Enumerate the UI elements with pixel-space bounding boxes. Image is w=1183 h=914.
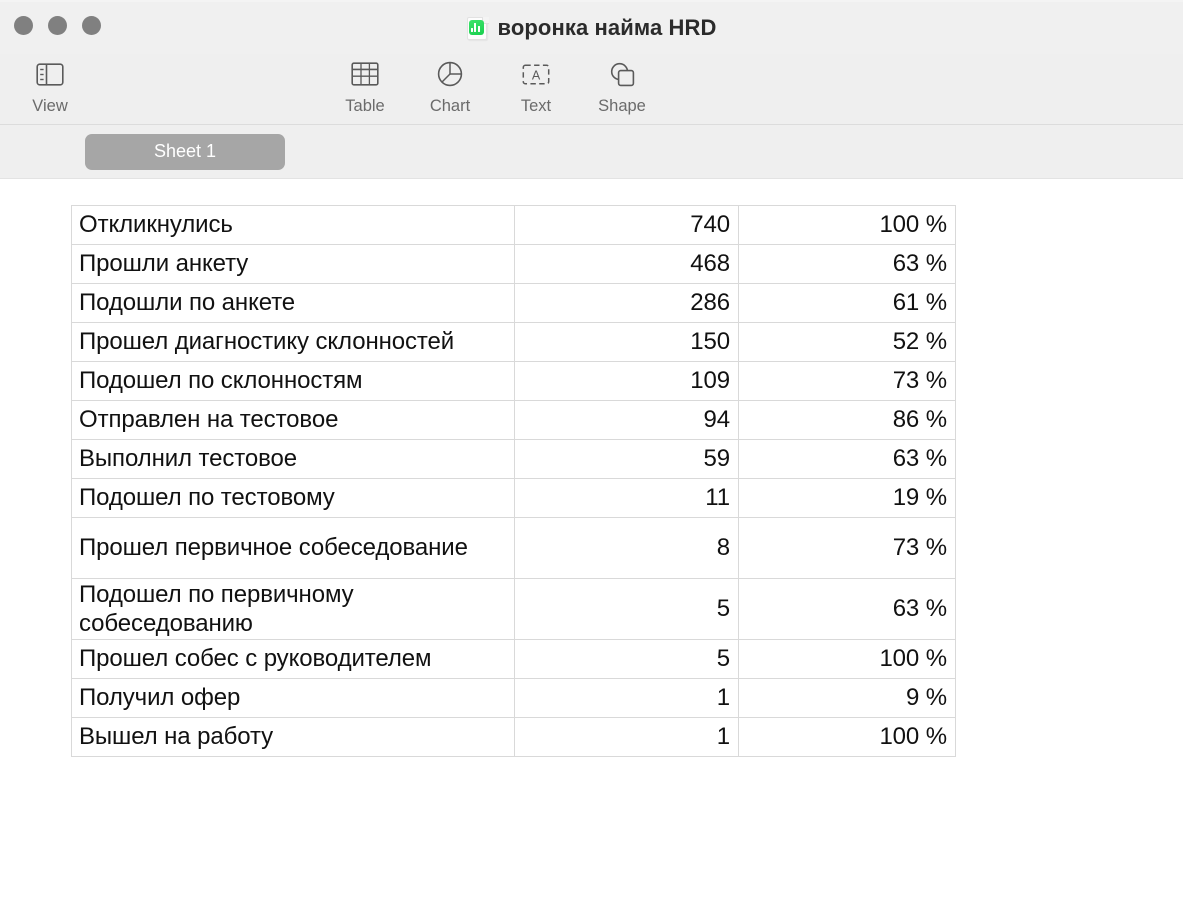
cell-conversion[interactable]: 19 % (738, 478, 956, 518)
cell-conversion[interactable]: 73 % (738, 361, 956, 401)
cell-stage[interactable]: Вышел на работу (71, 717, 515, 757)
table-row[interactable]: Подошел по тестовому 11 19 % (71, 478, 956, 518)
shape-button[interactable]: Shape (579, 59, 665, 115)
table-row[interactable]: Подошел по первичному собеседованию 5 63… (71, 578, 956, 640)
cell-conversion[interactable]: 9 % (738, 678, 956, 718)
text-button[interactable]: A Text (493, 59, 579, 115)
table-row[interactable]: Прошел первичное собеседование 8 73 % (71, 517, 956, 579)
chart-button-label: Chart (429, 97, 471, 115)
svg-text:A: A (532, 68, 541, 82)
table-row[interactable]: Прошел собес с руководителем 5 100 % (71, 639, 956, 679)
cell-stage[interactable]: Подошли по анкете (71, 283, 515, 323)
table-row[interactable]: Прошли анкету 468 63 % (71, 244, 956, 284)
chart-button[interactable]: Chart (407, 59, 493, 115)
toolbar: View Table Chart A Text Shape (0, 54, 1183, 125)
cell-count[interactable]: 11 (514, 478, 739, 518)
cell-count[interactable]: 5 (514, 639, 739, 679)
table-row[interactable]: Вышел на работу 1 100 % (71, 717, 956, 757)
table-row[interactable]: Откликнулись 740 100 % (71, 205, 956, 245)
cell-stage[interactable]: Прошел первичное собеседование (71, 517, 515, 579)
table-row[interactable]: Подошел по склонностям 109 73 % (71, 361, 956, 401)
cell-conversion[interactable]: 100 % (738, 639, 956, 679)
cell-count[interactable]: 286 (514, 283, 739, 323)
cell-stage[interactable]: Прошел собес с руководителем (71, 639, 515, 679)
document-title: воронка найма HRD (497, 15, 717, 40)
cell-stage[interactable]: Выполнил тестовое (71, 439, 515, 479)
cell-conversion[interactable]: 73 % (738, 517, 956, 579)
table-row[interactable]: Прошел диагностику склонностей 150 52 % (71, 322, 956, 362)
sheet-tab-bar: Sheet 1 (0, 125, 1183, 179)
sheet-canvas[interactable]: Откликнулись 740 100 % Прошли анкету 468… (0, 179, 1183, 914)
cell-conversion[interactable]: 63 % (738, 578, 956, 640)
cell-conversion[interactable]: 63 % (738, 439, 956, 479)
table-row[interactable]: Отправлен на тестовое 94 86 % (71, 400, 956, 440)
cell-count[interactable]: 468 (514, 244, 739, 284)
cell-count[interactable]: 109 (514, 361, 739, 401)
document-title-group: воронка найма HRD (0, 15, 1183, 41)
cell-stage[interactable]: Подошел по тестовому (71, 478, 515, 518)
table-row[interactable]: Выполнил тестовое 59 63 % (71, 439, 956, 479)
view-button[interactable]: View (7, 59, 93, 115)
cell-count[interactable]: 59 (514, 439, 739, 479)
cell-count[interactable]: 1 (514, 717, 739, 757)
cell-count[interactable]: 5 (514, 578, 739, 640)
table-row[interactable]: Получил офер 1 9 % (71, 678, 956, 718)
cell-stage[interactable]: Получил офер (71, 678, 515, 718)
shape-button-label: Shape (598, 97, 646, 115)
table-button[interactable]: Table (322, 59, 408, 115)
pie-chart-icon (437, 59, 463, 89)
cell-stage[interactable]: Подошел по склонностям (71, 361, 515, 401)
cell-count[interactable]: 94 (514, 400, 739, 440)
cell-conversion[interactable]: 52 % (738, 322, 956, 362)
view-button-label: View (32, 97, 68, 115)
cell-stage[interactable]: Откликнулись (71, 205, 515, 245)
funnel-table[interactable]: Откликнулись 740 100 % Прошли анкету 468… (71, 205, 956, 757)
cell-conversion[interactable]: 100 % (738, 205, 956, 245)
cell-stage[interactable]: Прошел диагностику склонностей (71, 322, 515, 362)
funnel-table-body: Откликнулись 740 100 % Прошли анкету 468… (71, 205, 956, 757)
shapes-icon (609, 59, 635, 89)
cell-count[interactable]: 1 (514, 678, 739, 718)
sidebar-icon (36, 59, 64, 89)
cell-conversion[interactable]: 63 % (738, 244, 956, 284)
sheet-tab-sheet-1[interactable]: Sheet 1 (85, 133, 285, 170)
numbers-window: воронка найма HRD View Table Chart A Tex… (0, 0, 1183, 914)
table-grid-icon (351, 59, 379, 89)
sheet-tab-label: Sheet 1 (153, 140, 217, 161)
text-box-icon: A (522, 59, 550, 89)
numbers-document-icon (466, 16, 489, 40)
table-row[interactable]: Подошли по анкете 286 61 % (71, 283, 956, 323)
table-button-label: Table (345, 97, 385, 115)
cell-count[interactable]: 740 (514, 205, 739, 245)
title-bar: воронка найма HRD (0, 0, 1183, 54)
cell-count[interactable]: 150 (514, 322, 739, 362)
cell-conversion[interactable]: 86 % (738, 400, 956, 440)
text-button-label: Text (520, 97, 552, 115)
cell-conversion[interactable]: 100 % (738, 717, 956, 757)
cell-conversion[interactable]: 61 % (738, 283, 956, 323)
cell-stage[interactable]: Подошел по первичному собеседованию (71, 578, 515, 640)
cell-count[interactable]: 8 (514, 517, 739, 579)
cell-stage[interactable]: Отправлен на тестовое (71, 400, 515, 440)
cell-stage[interactable]: Прошли анкету (71, 244, 515, 284)
